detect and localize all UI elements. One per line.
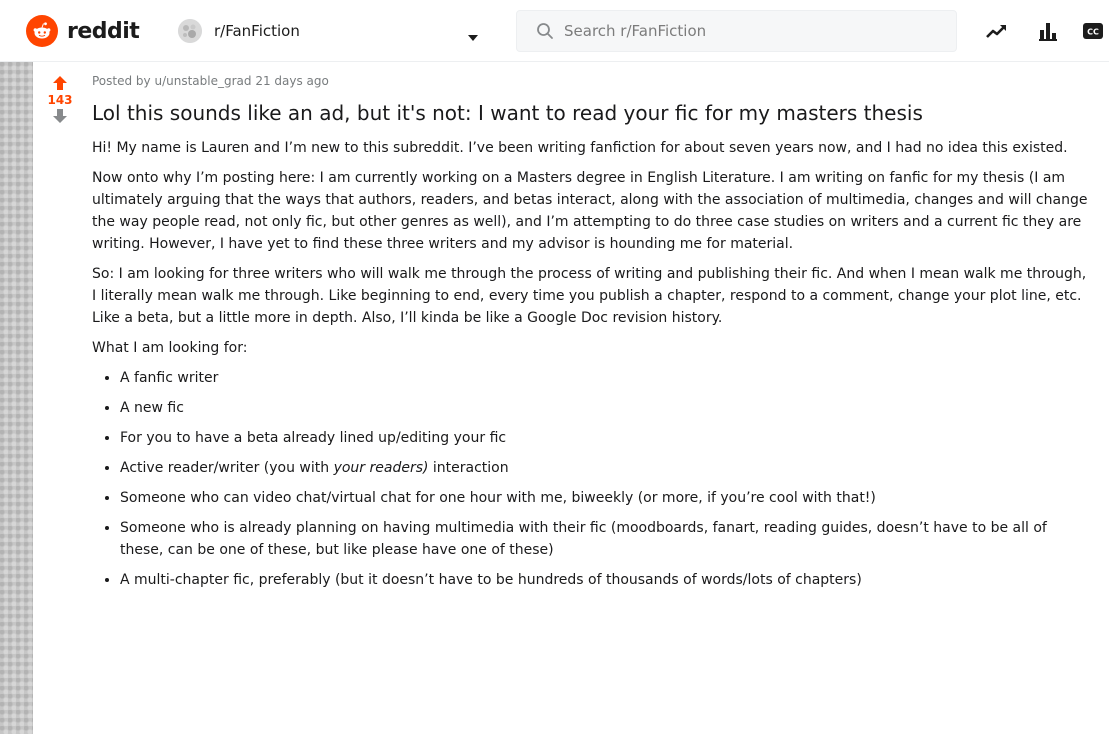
search-icon [536,22,554,40]
downvote-icon[interactable] [53,109,67,123]
list-item: For you to have a beta already lined up/… [120,427,1092,449]
reddit-snoo-icon [26,15,58,47]
list-item: A new fic [120,397,1092,419]
list-item: Someone who is already planning on havin… [120,517,1092,561]
vote-column: 143 [40,76,80,123]
community-name: r/FanFiction [214,22,300,40]
post-title: Lol this sounds like an ad, but it's not… [92,101,923,125]
post-paragraph: Hi! My name is Lauren and I’m new to thi… [92,140,1068,156]
post-age: 21 days ago [255,74,329,88]
search-bar [516,10,957,52]
closed-captions-icon[interactable]: CC [1081,19,1105,43]
list-item: A fanfic writer [120,367,1092,389]
search-input[interactable] [562,21,946,41]
list-item-text: interaction [428,460,509,476]
stats-icon[interactable] [1036,19,1060,43]
post: Posted by u/unstable_grad 21 days ago Lo… [92,72,1092,599]
svg-text:CC: CC [1087,28,1099,37]
community-dropdown[interactable]: r/FanFiction [178,14,484,48]
reddit-wordmark: reddit [67,18,140,44]
vote-count: 143 [47,93,73,107]
post-body: Hi! My name is Lauren and I’m new to thi… [92,137,1092,591]
posted-by-label: Posted by [92,74,151,88]
post-paragraph: Now onto why I’m posting here: I am curr… [92,170,1088,252]
post-paragraph: What I am looking for: [92,340,248,356]
trending-icon[interactable] [985,19,1009,43]
list-item-emphasis: your readers) [333,460,429,476]
reddit-home-link[interactable]: reddit [26,15,140,47]
upvote-icon[interactable] [53,76,67,90]
community-avatar-icon [178,19,202,43]
top-navigation-bar: reddit r/FanFiction Search r/FanFiction … [0,0,1109,62]
list-item: Active reader/writer (you with your read… [120,457,1092,479]
list-item: A multi-chapter fic, preferably (but it … [120,569,1092,591]
caret-down-icon [468,27,478,46]
post-meta: Posted by u/unstable_grad 21 days ago [92,72,1092,90]
author-link[interactable]: u/unstable_grad [154,74,251,88]
list-item: Someone who can video chat/virtual chat … [120,487,1092,509]
list-item-text: Active reader/writer (you with [120,460,334,476]
post-paragraph: So: I am looking for three writers who w… [92,266,1087,326]
requirements-list: A fanfic writer A new fic For you to hav… [92,367,1092,591]
subreddit-background-pattern [0,62,33,734]
